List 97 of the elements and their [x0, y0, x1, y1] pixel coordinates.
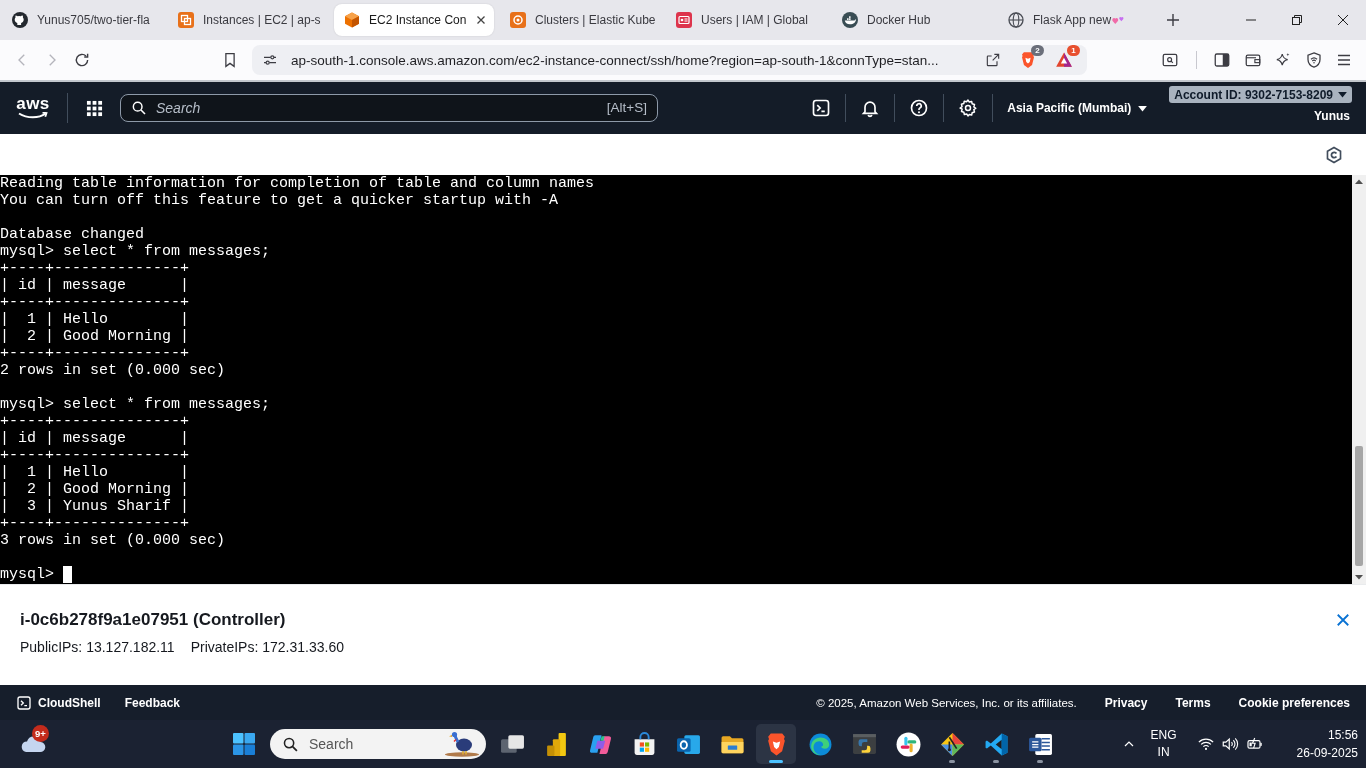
browser-tab[interactable]: Users | IAM | Global [666, 4, 826, 36]
hearts-icon [1112, 15, 1126, 25]
ring-tile-icon [510, 12, 526, 28]
terminal-line: mysql> select * from messages; [0, 396, 272, 413]
terminal-line: | 3 | Yunus Sharif | [0, 498, 191, 515]
running-indicator-icon [1037, 760, 1043, 763]
smile-icon [18, 112, 48, 120]
terminal-line: You can turn off this feature to get a quicker startup with -A [0, 192, 560, 209]
instance-detail: PublicIPs: 13.127.182.11 [20, 639, 175, 655]
restore-icon[interactable] [1292, 15, 1302, 25]
cat-icon [12, 12, 28, 28]
user-name[interactable]: Yunus [1314, 109, 1350, 123]
address-bar[interactable]: ap-south-1.console.aws.amazon.com/ec2-instance-connect/ssh/home?region=ap-south-1&connType=stan... 2 1 [252, 45, 1087, 75]
cloudshell-link[interactable]: CloudShell [16, 694, 101, 711]
help-icon[interactable] [909, 98, 930, 118]
plus-icon[interactable] [1165, 12, 1181, 28]
lion-shield-icon[interactable] [1019, 51, 1037, 69]
document-icon [1027, 731, 1053, 757]
browser-tab[interactable]: EC2 Instance Con [334, 4, 494, 36]
browser-tab[interactable]: Clusters | Elastic Kube [500, 4, 660, 36]
browser-tab[interactable]: Docker Hub [832, 4, 992, 36]
taskbar-button[interactable] [756, 724, 796, 764]
scrollbar-thumb[interactable] [1355, 446, 1363, 566]
close-icon[interactable] [1338, 15, 1348, 25]
hexagon-icon[interactable] [1325, 145, 1343, 164]
copyright-text: © 2025, Amazon Web Services, Inc. or its affiliates. [816, 696, 1077, 709]
shield-icon[interactable] [1304, 51, 1323, 69]
caret-icon [1338, 91, 1347, 98]
terminal-line: +----+--------------+ [0, 260, 191, 277]
terminal-prompt: mysql> [0, 566, 54, 583]
home-link[interactable]: aws [17, 96, 49, 120]
taskbar-search-field[interactable]: Search [270, 729, 486, 759]
terminal-line: +----+--------------+ [0, 447, 191, 464]
clock-button[interactable]: 15:56 26-09-2025 [1296, 726, 1358, 762]
whale-icon [842, 12, 858, 28]
wallet-icon[interactable] [1243, 51, 1262, 69]
code-window-icon [851, 731, 877, 757]
tune-icon[interactable] [262, 52, 278, 68]
terminal-line: | 1 | Hello | [0, 464, 191, 481]
count-badge: 2 [1031, 45, 1044, 56]
bell-icon[interactable] [860, 98, 881, 118]
hash-icon [895, 731, 921, 757]
running-indicator-icon [993, 760, 999, 763]
search-icon [282, 735, 299, 753]
search-icon [131, 100, 147, 116]
footer-link[interactable]: Privacy [1104, 695, 1148, 710]
close-icon[interactable] [475, 14, 488, 26]
terminal-line: mysql> select * from messages; [0, 243, 272, 260]
terminal-line: 2 rows in set (0.000 sec) [0, 362, 227, 379]
triangle-icon[interactable] [1055, 51, 1073, 69]
scrollbar[interactable] [1352, 175, 1366, 584]
globe-icon [1008, 12, 1024, 28]
terminal-line: Database changed [0, 226, 146, 243]
shortcut-hint: [Alt+S] [606, 100, 647, 116]
terminal-line: +----+--------------+ [0, 294, 191, 311]
footer-link[interactable]: Cookie preferences [1238, 695, 1350, 710]
terminal-line: 3 rows in set (0.000 sec) [0, 532, 227, 549]
running-indicator-icon [949, 760, 955, 763]
terminal-line: | 1 | Hello | [0, 311, 191, 328]
region-selector[interactable]: Asia Pacific (Mumbai) [1007, 101, 1148, 115]
four-squares-icon[interactable] [232, 732, 256, 756]
feedback-link[interactable]: Feedback [124, 695, 181, 710]
browser-tab[interactable]: Yunus705/two-tier-fla [2, 4, 162, 36]
reload-icon[interactable] [73, 51, 91, 69]
share-icon[interactable] [985, 52, 1001, 68]
terminal-line: +----+--------------+ [0, 413, 191, 430]
terminal-line: Reading table information for completion of table and column names [0, 175, 596, 192]
volume-icon[interactable] [1220, 735, 1239, 753]
page-search-icon[interactable] [1161, 51, 1179, 69]
terminal-line: +----+--------------+ [0, 345, 191, 362]
gear-icon[interactable] [958, 98, 979, 118]
wave-circle-icon [807, 731, 833, 757]
language-indicator[interactable]: ENG IN [1150, 727, 1177, 761]
id-card-icon [676, 12, 692, 28]
terminal-line: | id | message | [0, 430, 191, 447]
terminal-icon[interactable] [811, 98, 832, 118]
count-badge: 1 [1067, 45, 1080, 56]
terminal-line: | id | message | [0, 277, 191, 294]
terminal-line: | 2 | Good Morning | [0, 481, 191, 498]
browser-tab[interactable]: Flask App new [998, 4, 1158, 36]
notification-badge: 9+ [32, 725, 49, 742]
terminal-line: | 2 | Good Morning | [0, 328, 191, 345]
running-indicator-icon [769, 760, 783, 763]
terminal-line: +----+--------------+ [0, 515, 191, 532]
account-menu[interactable]: Account ID: 9302-7153-8209 [1169, 86, 1352, 103]
sidebar-icon[interactable] [1213, 51, 1231, 69]
instance-detail: PrivateIPs: 172.31.33.60 [190, 639, 344, 655]
browser-tab[interactable]: Instances | EC2 | ap-s [168, 4, 328, 36]
diamond-icon [939, 731, 965, 757]
instance-title: i-0c6b278f9a1e07951 (Controller) [20, 609, 286, 631]
grid-icon[interactable] [86, 99, 103, 117]
cube-icon [344, 12, 360, 28]
ribbon-icon [983, 731, 1009, 757]
squares-icon [178, 12, 194, 28]
footer-link[interactable]: Terms [1175, 695, 1211, 710]
terminal-icon [16, 694, 32, 711]
caret-icon [1138, 104, 1148, 112]
